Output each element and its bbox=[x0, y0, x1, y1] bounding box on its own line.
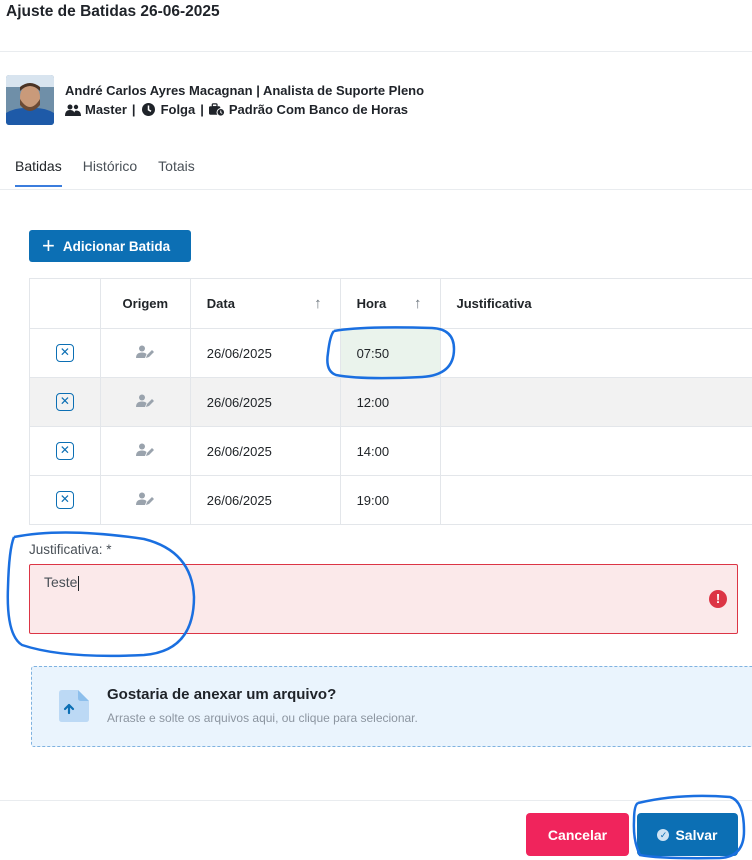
justification-textarea[interactable]: Teste ! bbox=[29, 564, 738, 634]
tab-bar: Batidas Histórico Totais bbox=[15, 158, 216, 187]
sort-arrow-icon[interactable]: ↑ bbox=[414, 295, 422, 312]
remove-punch-icon[interactable]: ✕ bbox=[55, 393, 74, 411]
tabs-divider bbox=[0, 189, 752, 190]
table-row: ✕ 26/06/2025 14:00 bbox=[29, 426, 752, 476]
date-cell: 26/06/2025 bbox=[189, 475, 341, 525]
justification-cell[interactable] bbox=[439, 377, 752, 427]
save-button[interactable]: ✓ Salvar bbox=[637, 813, 738, 856]
table-row: ✕ 26/06/2025 19:00 bbox=[29, 475, 752, 525]
justification-value: Teste bbox=[44, 574, 78, 590]
time-cell[interactable]: 12:00 bbox=[339, 377, 441, 427]
user-edit-icon bbox=[136, 394, 155, 407]
sort-arrow-icon[interactable]: ↑ bbox=[314, 295, 322, 312]
remove-cell: ✕ bbox=[29, 377, 101, 427]
actions-header bbox=[29, 278, 101, 329]
remove-cell: ✕ bbox=[29, 475, 101, 525]
file-dropzone[interactable]: Gostaria de anexar um arquivo? Arraste e… bbox=[31, 666, 752, 747]
briefcase-clock-icon bbox=[208, 102, 225, 117]
justification-cell[interactable] bbox=[439, 475, 752, 525]
table-row: ✕ 26/06/2025 07:50 bbox=[29, 328, 752, 378]
employee-policy: Padrão Com Banco de Horas bbox=[228, 102, 409, 117]
time-cell[interactable]: 14:00 bbox=[339, 426, 441, 476]
tab-batidas[interactable]: Batidas bbox=[15, 158, 62, 187]
employee-schedule: Folga bbox=[160, 102, 196, 117]
remove-cell: ✕ bbox=[29, 328, 101, 378]
employee-group: Master bbox=[85, 102, 127, 117]
date-cell: 26/06/2025 bbox=[189, 426, 341, 476]
plus-icon: + bbox=[42, 233, 55, 258]
check-circle-icon: ✓ bbox=[657, 828, 670, 841]
origin-cell bbox=[99, 328, 191, 378]
justification-label: Justificativa: * bbox=[29, 542, 112, 557]
table-row: ✕ 26/06/2025 12:00 bbox=[29, 377, 752, 427]
modal-title: Ajuste de Batidas 26-06-2025 bbox=[6, 3, 220, 20]
text-caret bbox=[78, 575, 80, 591]
add-punch-label: Adicionar Batida bbox=[62, 238, 171, 254]
origem-header: Origem bbox=[99, 278, 191, 329]
time-cell[interactable]: 07:50 bbox=[339, 328, 441, 378]
hora-header-label: Hora bbox=[356, 296, 387, 311]
time-cell[interactable]: 19:00 bbox=[339, 475, 441, 525]
date-cell: 26/06/2025 bbox=[189, 328, 341, 378]
date-cell: 26/06/2025 bbox=[189, 377, 341, 427]
dropzone-subtitle: Arraste e solte os arquivos aqui, ou cli… bbox=[107, 711, 418, 725]
remove-cell: ✕ bbox=[29, 426, 101, 476]
origin-cell bbox=[99, 475, 191, 525]
tab-totais[interactable]: Totais bbox=[158, 158, 195, 187]
justificativa-header: Justificativa bbox=[439, 278, 752, 329]
justification-cell[interactable] bbox=[439, 328, 752, 378]
hora-header[interactable]: Hora ↑ bbox=[339, 278, 441, 329]
file-upload-icon bbox=[59, 690, 89, 722]
cancel-button[interactable]: Cancelar bbox=[526, 813, 629, 856]
remove-punch-icon[interactable]: ✕ bbox=[55, 442, 74, 460]
save-label: Salvar bbox=[675, 826, 718, 843]
justification-cell[interactable] bbox=[439, 426, 752, 476]
punches-table: Origem Data ↑ Hora ↑ Justificativa ✕ 26/06… bbox=[29, 278, 752, 525]
add-punch-button[interactable]: + Adicionar Batida bbox=[29, 230, 191, 262]
avatar bbox=[6, 75, 54, 125]
users-icon bbox=[65, 103, 81, 117]
user-edit-icon bbox=[136, 345, 155, 358]
remove-punch-icon[interactable]: ✕ bbox=[55, 491, 74, 509]
tab-historico[interactable]: Histórico bbox=[83, 158, 137, 187]
remove-punch-icon[interactable]: ✕ bbox=[55, 344, 74, 362]
separator: | bbox=[200, 102, 204, 117]
employee-name-role: André Carlos Ayres Macagnan | Analista d… bbox=[65, 83, 425, 98]
data-header[interactable]: Data ↑ bbox=[189, 278, 341, 329]
origin-cell bbox=[99, 426, 191, 476]
user-edit-icon bbox=[136, 443, 155, 456]
employee-meta: Master | Folga | Padrão Com Banco de Hor… bbox=[65, 102, 408, 117]
clock-icon bbox=[141, 103, 157, 117]
origin-cell bbox=[99, 377, 191, 427]
data-header-label: Data bbox=[206, 296, 235, 311]
separator: | bbox=[131, 102, 136, 117]
table-header-row: Origem Data ↑ Hora ↑ Justificativa bbox=[29, 278, 752, 329]
header-divider bbox=[0, 51, 752, 52]
user-edit-icon bbox=[136, 492, 155, 505]
dropzone-title: Gostaria de anexar um arquivo? bbox=[107, 686, 337, 703]
error-icon: ! bbox=[709, 590, 727, 608]
footer-divider bbox=[0, 800, 752, 801]
